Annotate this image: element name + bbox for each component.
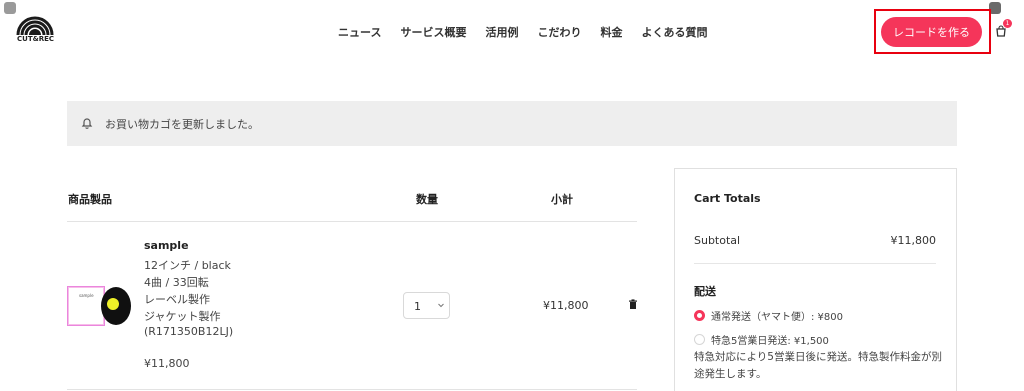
subtotal-value: ¥11,800 — [890, 234, 937, 247]
nav-item-news[interactable]: ニュース — [338, 24, 381, 40]
quantity-value: 1 — [414, 300, 421, 313]
quantity-column-header: 数量 — [416, 193, 438, 206]
record-sleeve: sample — [67, 286, 105, 326]
subtotal-label: Subtotal — [694, 234, 741, 247]
main-navigation: ニュース サービス概要 活用例 こだわり 料金 よくある質問 — [338, 24, 707, 40]
product-column-header: 商品製品 — [68, 193, 112, 206]
notice-message: お買い物カゴを更新しました。 — [105, 118, 259, 131]
totals-divider — [694, 263, 936, 264]
table-divider — [67, 389, 637, 390]
product-detail-jacket: ジャケット製作 — [144, 310, 221, 323]
bell-icon — [81, 118, 93, 129]
vinyl-logo-icon — [16, 16, 54, 36]
trash-icon[interactable] — [628, 299, 638, 309]
product-sku: (R171350B12LJ) — [144, 325, 234, 338]
shipping-option-label: 通常発送（ヤマト便）: ¥800 — [711, 312, 843, 323]
table-divider — [67, 221, 637, 222]
chevron-down-icon — [438, 303, 444, 308]
product-thumbnail[interactable]: sample — [67, 284, 133, 327]
nav-item-pricing[interactable]: 料金 — [600, 24, 622, 40]
radio-checked[interactable] — [694, 310, 705, 321]
cart-totals-panel: Cart Totals Subtotal ¥11,800 配送 通常発送（ヤマト… — [674, 168, 957, 391]
nav-item-commitment[interactable]: こだわり — [537, 24, 581, 40]
product-price: ¥11,800 — [144, 357, 190, 370]
express-shipping-note: 特急対応により5営業日後に発送。特急製作料金が別途発生します。 — [694, 351, 942, 380]
shipping-option-standard[interactable]: 通常発送（ヤマト便）: ¥800 — [694, 308, 944, 324]
shipping-option-label: 特急5営業日発送: ¥1,500 — [711, 336, 829, 347]
nav-item-use-cases[interactable]: 活用例 — [485, 24, 518, 40]
site-header: CUT&REC ニュース サービス概要 活用例 こだわり 料金 よくある質問 レ… — [0, 0, 1024, 64]
shipping-option-express[interactable]: 特急5営業日発送: ¥1,500 — [694, 332, 944, 348]
record-center-label — [107, 298, 119, 310]
cart-count-badge: 1 — [1003, 19, 1012, 28]
sleeve-label: sample — [79, 293, 94, 298]
product-detail-tracks: 4曲 / 33回転 — [144, 276, 209, 289]
product-title[interactable]: sample — [144, 239, 189, 252]
row-subtotal: ¥11,800 — [543, 299, 589, 312]
radio-unchecked[interactable] — [694, 334, 705, 345]
quantity-select[interactable]: 1 — [403, 292, 450, 319]
product-detail-label: レーベル製作 — [144, 293, 210, 306]
product-detail-size: 12インチ / black — [144, 259, 231, 272]
cart-totals-title: Cart Totals — [694, 192, 761, 205]
make-record-button[interactable]: レコードを作る — [881, 17, 982, 47]
nav-item-service-overview[interactable]: サービス概要 — [400, 24, 466, 40]
cart-update-notice: お買い物カゴを更新しました。 — [67, 101, 957, 146]
nav-item-faq[interactable]: よくある質問 — [641, 24, 707, 40]
logo-text: CUT&REC — [17, 35, 55, 43]
shipping-label: 配送 — [694, 285, 716, 298]
app-icon — [4, 2, 16, 14]
subtotal-column-header: 小計 — [551, 193, 573, 206]
